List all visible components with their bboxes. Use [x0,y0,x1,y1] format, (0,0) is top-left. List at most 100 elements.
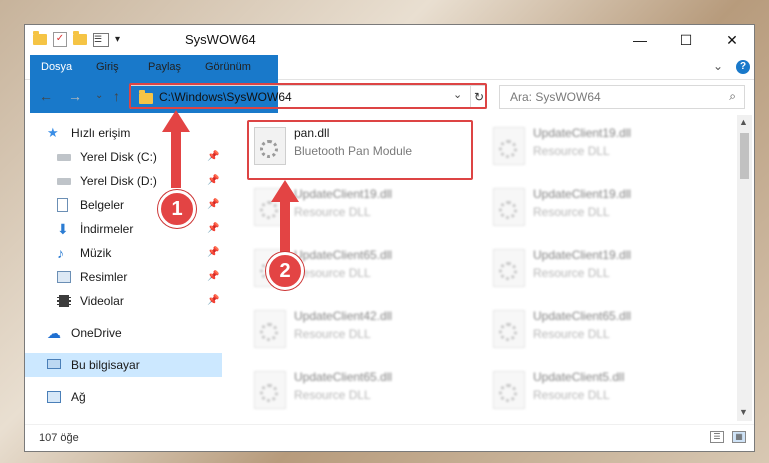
customize-icon[interactable]: ☰ [93,32,109,47]
file-description: Resource DLL [533,144,610,158]
back-button[interactable]: ← [39,88,53,104]
sidebar-item-label: Yerel Disk (C:) [80,150,157,164]
address-path[interactable]: C:\Windows\SysWOW64 [159,90,292,104]
annotation-step-2-badge: 2 [266,252,304,290]
address-row: ← → ⌄ ↑ C:\Windows\SysWOW64 ⌄ ↻ Ara: Sys… [25,80,754,114]
sidebar-item-label: Hızlı erişim [71,126,131,140]
sidebar-item-label: Müzik [80,246,112,260]
address-bar[interactable]: C:\Windows\SysWOW64 ⌄ ↻ [130,85,487,109]
scroll-thumb[interactable] [740,133,749,179]
qat-dropdown-icon[interactable]: ▾ [115,34,120,45]
cloud-icon: ☁ [47,325,61,341]
sidebar-item-label: Yerel Disk (D:) [80,174,157,188]
documents-icon [57,198,68,212]
sidebar-item-label: Ağ [71,390,86,404]
sidebar-item-network[interactable]: Ağ [25,385,222,409]
dll-file-icon [493,188,525,226]
annotation-arrow-1-head [162,110,190,132]
file-description: Resource DLL [294,266,371,280]
file-description: Resource DLL [294,205,371,219]
dll-file-icon [254,310,286,348]
pictures-icon [57,271,71,283]
search-icon[interactable]: ⌕ [729,89,736,104]
ribbon-expand-icon[interactable]: ⌄ [713,59,723,73]
tab-view[interactable]: Görünüm [194,55,262,79]
maximize-button[interactable]: ☐ [663,25,709,55]
minimize-button[interactable]: — [617,25,663,55]
help-icon[interactable]: ? [736,60,750,74]
pin-icon[interactable]: 📌 [207,169,219,193]
gear-icon [260,323,278,341]
file-description: Resource DLL [533,205,610,219]
computer-icon [47,359,61,369]
file-item[interactable]: UpdateClient65.dll Resource DLL [244,361,470,419]
dll-file-icon [493,310,525,348]
sidebar-item-label: Resimler [80,270,128,284]
file-item[interactable]: UpdateClient5.dll Resource DLL [483,361,709,419]
pin-icon[interactable]: 📌 [207,265,219,289]
annotation-step-1-badge: 1 [158,190,196,228]
close-button[interactable]: ✕ [709,25,754,55]
properties-check-icon[interactable]: ✓ [53,32,67,47]
status-bar: 107 öğe ☰ ▦ [25,424,754,451]
tab-share[interactable]: Paylaş [137,55,192,79]
search-placeholder: Ara: SysWOW64 [510,90,601,104]
sidebar-item-downloads[interactable]: ⬇ İndirmeler 📌 [25,217,222,241]
sidebar-item-local-disk-c[interactable]: Yerel Disk (C:) 📌 [25,145,222,169]
gear-icon [499,384,517,402]
dll-file-icon [493,371,525,409]
pin-icon[interactable]: 📌 [207,193,219,217]
file-name: UpdateClient19.dll [294,187,393,201]
explorer-window: ✓ ☰ ▾ SysWOW64 — ☐ ✕ Dosya Giriş Paylaş … [24,24,755,452]
file-item[interactable]: UpdateClient19.dll Resource DLL [483,117,709,175]
sidebar-item-label: Bu bilgisayar [71,358,140,372]
address-dropdown-icon[interactable]: ⌄ [453,88,462,101]
sidebar-item-music[interactable]: ♪ Müzik 📌 [25,241,222,265]
pin-icon[interactable]: 📌 [207,217,219,241]
new-folder-icon[interactable] [73,31,87,45]
file-item[interactable]: UpdateClient19.dll Resource DLL [483,239,709,297]
file-item[interactable]: UpdateClient19.dll Resource DLL [483,178,709,236]
title-bar: ✓ ☰ ▾ SysWOW64 — ☐ ✕ [25,25,754,55]
pin-icon[interactable]: 📌 [207,241,219,265]
refresh-button[interactable]: ↻ [470,86,487,108]
forward-button[interactable]: → [68,88,82,104]
file-name: UpdateClient19.dll [533,126,632,140]
pin-icon[interactable]: 📌 [207,145,219,169]
gear-icon [260,384,278,402]
sidebar-item-this-pc[interactable]: Bu bilgisayar [25,353,222,377]
up-button[interactable]: ↑ [113,88,120,104]
file-item[interactable]: UpdateClient42.dll Resource DLL [244,300,470,358]
annotation-arrow-2-shaft [280,198,290,254]
file-highlight-box [247,120,473,180]
vertical-scrollbar[interactable]: ▲ ▼ [737,115,752,421]
large-icons-view-icon[interactable]: ▦ [732,431,746,443]
sidebar-item-quick-access[interactable]: ★ Hızlı erişim [25,121,222,145]
sidebar-item-label: OneDrive [71,326,122,340]
pin-icon[interactable]: 📌 [207,289,219,313]
sidebar-item-label: İndirmeler [80,222,134,236]
download-icon: ⬇ [57,221,69,237]
folder-icon[interactable] [33,31,47,45]
file-name: UpdateClient19.dll [533,187,632,201]
recent-locations-button[interactable]: ⌄ [95,90,103,101]
sidebar-item-videos[interactable]: Videolar 📌 [25,289,222,313]
search-input[interactable]: Ara: SysWOW64 ⌕ [499,85,745,109]
sidebar-item-local-disk-d[interactable]: Yerel Disk (D:) 📌 [25,169,222,193]
scroll-down-icon[interactable]: ▼ [739,407,748,417]
sidebar-item-onedrive[interactable]: ☁ OneDrive [25,321,222,345]
scroll-up-icon[interactable]: ▲ [739,117,748,127]
tab-home[interactable]: Giriş [85,55,130,79]
details-view-icon[interactable]: ☰ [710,431,724,443]
annotation-arrow-2-head [271,180,299,202]
file-name: UpdateClient65.dll [294,248,393,262]
drive-icon [57,154,71,161]
sidebar-item-pictures[interactable]: Resimler 📌 [25,265,222,289]
navigation-pane: ★ Hızlı erişim Yerel Disk (C:) 📌 Yerel D… [25,115,222,425]
file-name: UpdateClient42.dll [294,309,393,323]
file-name: UpdateClient19.dll [533,248,632,262]
file-item[interactable]: UpdateClient65.dll Resource DLL [483,300,709,358]
file-name: UpdateClient65.dll [294,370,393,384]
item-count: 107 öğe [39,432,79,444]
file-name: UpdateClient65.dll [533,309,632,323]
